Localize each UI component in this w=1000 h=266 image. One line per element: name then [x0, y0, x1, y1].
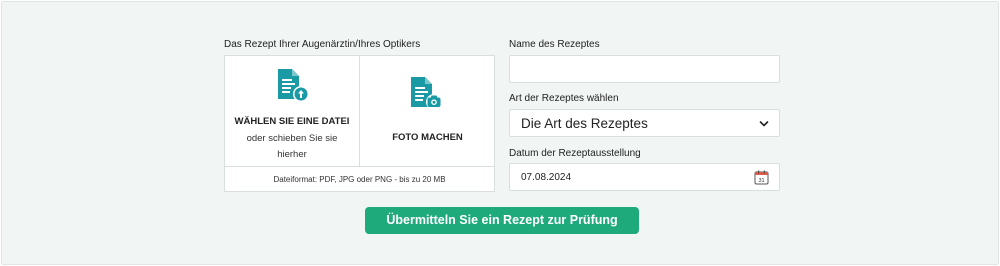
choose-file-dropzone[interactable]: WÄHLEN SIE EINE DATEI oder schieben Sie …: [225, 56, 359, 166]
upload-box: WÄHLEN SIE EINE DATEI oder schieben Sie …: [224, 55, 495, 192]
take-photo-button[interactable]: FOTO MACHEN: [360, 56, 495, 166]
upload-section-label: Das Rezept Ihrer Augenärztin/Ihres Optik…: [224, 39, 421, 50]
name-label: Name des Rezeptes: [509, 39, 600, 50]
file-upload-icon: [278, 69, 309, 102]
calendar-day: 31: [758, 178, 764, 184]
submit-prescription-button[interactable]: Übermitteln Sie ein Rezept zur Prüfung: [365, 207, 639, 234]
prescription-type-selected: Die Art des Rezeptes: [521, 116, 648, 131]
calendar-icon[interactable]: 31: [754, 170, 769, 185]
chevron-down-icon: [759, 121, 769, 127]
choose-file-subtitle: oder schieben Sie sie hierher: [246, 133, 338, 160]
prescription-date-input[interactable]: 07.08.2024 31: [509, 163, 780, 191]
prescription-name-input[interactable]: [509, 55, 780, 83]
prescription-panel: Das Rezept Ihrer Augenärztin/Ihres Optik…: [1, 1, 999, 265]
prescription-date-value: 07.08.2024: [521, 172, 572, 183]
camera-document-icon: [411, 77, 442, 110]
type-label: Art der Rezeptes wählen: [509, 93, 619, 104]
take-photo-label: FOTO MACHEN: [392, 132, 463, 143]
date-label: Datum der Rezeptausstellung: [509, 148, 641, 159]
file-format-hint: Dateiformat: PDF, JPG oder PNG - bis zu …: [273, 175, 446, 184]
prescription-type-select[interactable]: Die Art des Rezeptes: [509, 109, 780, 137]
choose-file-title: WÄHLEN SIE EINE DATEI: [234, 116, 350, 127]
